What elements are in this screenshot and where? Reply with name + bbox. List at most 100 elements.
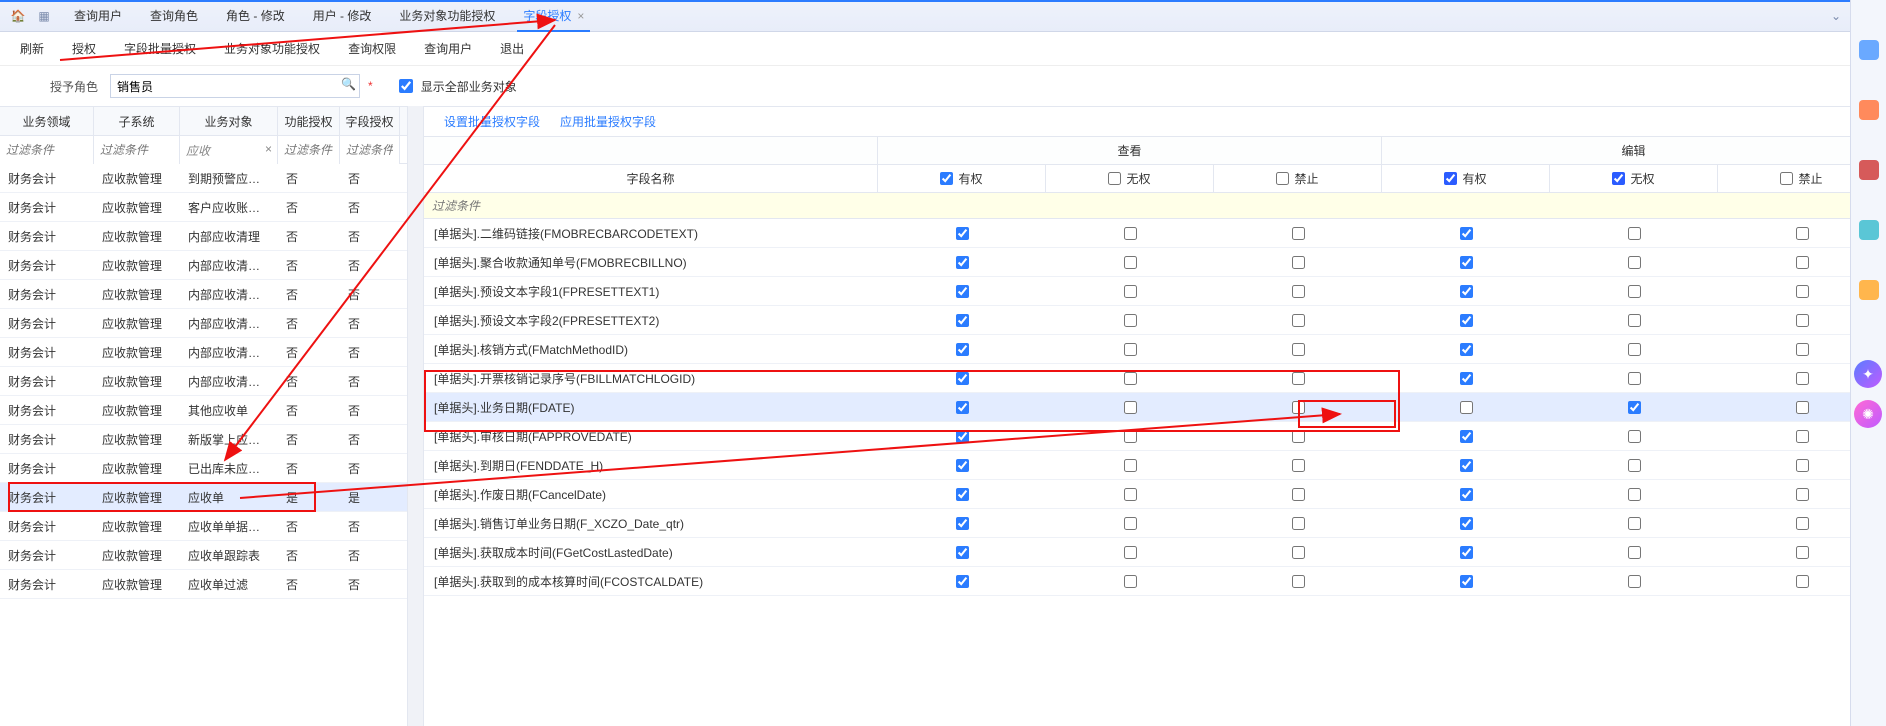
perm-checkbox[interactable] xyxy=(1460,575,1473,588)
table-row[interactable]: 财务会计应收款管理到期预警应收数据…否否 xyxy=(0,164,407,193)
set-batch-fields-link[interactable]: 设置批量授权字段 xyxy=(444,113,540,130)
perm-checkbox[interactable] xyxy=(1628,343,1641,356)
chevron-down-icon[interactable]: ⌄ xyxy=(1824,4,1848,28)
perm-checkbox[interactable] xyxy=(1796,459,1809,472)
tab-role-edit[interactable]: 角色 - 修改 xyxy=(212,0,299,32)
perm-checkbox[interactable] xyxy=(1292,546,1305,559)
table-row[interactable]: [单据头].到期日(FENDDATE_H) xyxy=(424,451,1886,480)
left-header-funcauth[interactable]: 功能授权 xyxy=(278,107,340,135)
table-row[interactable]: [单据头].二维码链接(FMOBRECBARCODETEXT) xyxy=(424,219,1886,248)
table-row[interactable]: 财务会计应收款管理内部应收清理记录否否 xyxy=(0,309,407,338)
launcher-icon-3[interactable] xyxy=(1859,160,1879,180)
home-icon[interactable]: 🏠 xyxy=(8,6,28,26)
perm-checkbox[interactable] xyxy=(1292,314,1305,327)
perm-checkbox[interactable] xyxy=(1460,517,1473,530)
perm-checkbox[interactable] xyxy=(956,227,969,240)
perm-checkbox[interactable] xyxy=(1796,546,1809,559)
view-wq-header[interactable]: 无权 xyxy=(1046,165,1214,192)
perm-checkbox[interactable] xyxy=(1796,314,1809,327)
perm-checkbox[interactable] xyxy=(1796,343,1809,356)
perm-checkbox[interactable] xyxy=(1796,430,1809,443)
perm-checkbox[interactable] xyxy=(1460,256,1473,269)
perm-checkbox[interactable] xyxy=(1292,517,1305,530)
exit-button[interactable]: 退出 xyxy=(500,40,524,57)
table-row[interactable]: [单据头].预设文本字段1(FPRESETTEXT1) xyxy=(424,277,1886,306)
perm-checkbox[interactable] xyxy=(1460,430,1473,443)
perm-checkbox[interactable] xyxy=(1460,459,1473,472)
tab-query-role[interactable]: 查询角色 xyxy=(136,0,212,32)
show-all-checkbox[interactable] xyxy=(399,79,413,93)
perm-checkbox[interactable] xyxy=(1124,575,1137,588)
table-row[interactable]: 财务会计应收款管理新版掌上应收_单…否否 xyxy=(0,425,407,454)
perm-checkbox[interactable] xyxy=(1796,372,1809,385)
launcher-icon-5[interactable] xyxy=(1859,280,1879,300)
edit-wq-header[interactable]: 无权 xyxy=(1550,165,1718,192)
table-row[interactable]: [单据头].获取到的成本核算时间(FCOSTCALDATE) xyxy=(424,567,1886,596)
perm-checkbox[interactable] xyxy=(1124,343,1137,356)
table-row[interactable]: [单据头].获取成本时间(FGetCostLastedDate) xyxy=(424,538,1886,567)
perm-checkbox[interactable] xyxy=(1124,256,1137,269)
perm-checkbox[interactable] xyxy=(1796,227,1809,240)
clear-icon[interactable]: × xyxy=(265,142,272,156)
perm-checkbox[interactable] xyxy=(956,343,969,356)
perm-checkbox[interactable] xyxy=(956,459,969,472)
table-row[interactable]: [单据头].核销方式(FMatchMethodID) xyxy=(424,335,1886,364)
perm-checkbox[interactable] xyxy=(1628,546,1641,559)
perm-checkbox[interactable] xyxy=(1460,314,1473,327)
perm-checkbox[interactable] xyxy=(1460,546,1473,559)
float-icon-2[interactable]: ✺ xyxy=(1854,400,1882,428)
right-filter-input[interactable] xyxy=(424,193,878,219)
table-row[interactable]: 财务会计应收款管理应收单单据类型…否否 xyxy=(0,512,407,541)
perm-checkbox[interactable] xyxy=(1124,314,1137,327)
authorize-button[interactable]: 授权 xyxy=(72,40,96,57)
perm-checkbox[interactable] xyxy=(1796,256,1809,269)
perm-checkbox[interactable] xyxy=(1292,401,1305,414)
edit-yq-header[interactable]: 有权 xyxy=(1382,165,1550,192)
refresh-button[interactable]: 刷新 xyxy=(20,40,44,57)
table-row[interactable]: 财务会计应收款管理内部应收清理否否 xyxy=(0,222,407,251)
perm-checkbox[interactable] xyxy=(1460,285,1473,298)
perm-checkbox[interactable] xyxy=(1292,227,1305,240)
perm-checkbox[interactable] xyxy=(1628,285,1641,298)
perm-checkbox[interactable] xyxy=(1124,430,1137,443)
perm-checkbox[interactable] xyxy=(1460,227,1473,240)
perm-checkbox[interactable] xyxy=(1292,488,1305,501)
left-header-fieldauth[interactable]: 字段授权 xyxy=(340,107,400,135)
table-row[interactable]: [单据头].开票核销记录序号(FBILLMATCHLOGID) xyxy=(424,364,1886,393)
table-row[interactable]: 财务会计应收款管理应收单过滤否否 xyxy=(0,570,407,599)
perm-checkbox[interactable] xyxy=(1628,227,1641,240)
left-filter-bizobj[interactable] xyxy=(180,136,278,164)
left-body[interactable]: 财务会计应收款管理到期预警应收数据…否否财务会计应收款管理客户应收账款排…否否财… xyxy=(0,164,407,726)
role-input[interactable] xyxy=(110,74,360,98)
table-row[interactable]: [单据头].销售订单业务日期(F_XCZO_Date_qtr) xyxy=(424,509,1886,538)
apply-batch-fields-link[interactable]: 应用批量授权字段 xyxy=(560,113,656,130)
left-header-bizobj[interactable]: 业务对象 xyxy=(180,107,278,135)
right-body[interactable]: [单据头].二维码链接(FMOBRECBARCODETEXT)[单据头].聚合收… xyxy=(424,219,1886,726)
table-row[interactable]: 财务会计应收款管理内部应收清理(ht…否否 xyxy=(0,251,407,280)
perm-checkbox[interactable] xyxy=(1796,285,1809,298)
perm-checkbox[interactable] xyxy=(1124,517,1137,530)
query-user-button[interactable]: 查询用户 xyxy=(424,40,472,57)
perm-checkbox[interactable] xyxy=(1628,575,1641,588)
perm-checkbox[interactable] xyxy=(1628,314,1641,327)
left-filter-fieldauth[interactable] xyxy=(340,136,400,164)
perm-checkbox[interactable] xyxy=(1292,430,1305,443)
left-filter-funcauth[interactable] xyxy=(278,136,340,164)
perm-checkbox[interactable] xyxy=(1628,430,1641,443)
perm-checkbox[interactable] xyxy=(1628,401,1641,414)
perm-checkbox[interactable] xyxy=(1292,459,1305,472)
bizobj-func-auth-button[interactable]: 业务对象功能授权 xyxy=(224,40,320,57)
perm-checkbox[interactable] xyxy=(956,430,969,443)
table-row[interactable]: 财务会计应收款管理已出库未应收明…否否 xyxy=(0,454,407,483)
tab-bizobj-auth[interactable]: 业务对象功能授权 xyxy=(385,0,509,32)
perm-checkbox[interactable] xyxy=(1460,372,1473,385)
perm-checkbox[interactable] xyxy=(1796,517,1809,530)
table-row[interactable]: [单据头].聚合收款通知单号(FMOBRECBILLNO) xyxy=(424,248,1886,277)
perm-checkbox[interactable] xyxy=(1124,401,1137,414)
perm-checkbox[interactable] xyxy=(956,546,969,559)
perm-checkbox[interactable] xyxy=(956,575,969,588)
perm-checkbox[interactable] xyxy=(1292,256,1305,269)
perm-checkbox[interactable] xyxy=(1796,488,1809,501)
perm-checkbox[interactable] xyxy=(1124,488,1137,501)
tab-field-auth[interactable]: 字段授权× xyxy=(509,0,598,32)
